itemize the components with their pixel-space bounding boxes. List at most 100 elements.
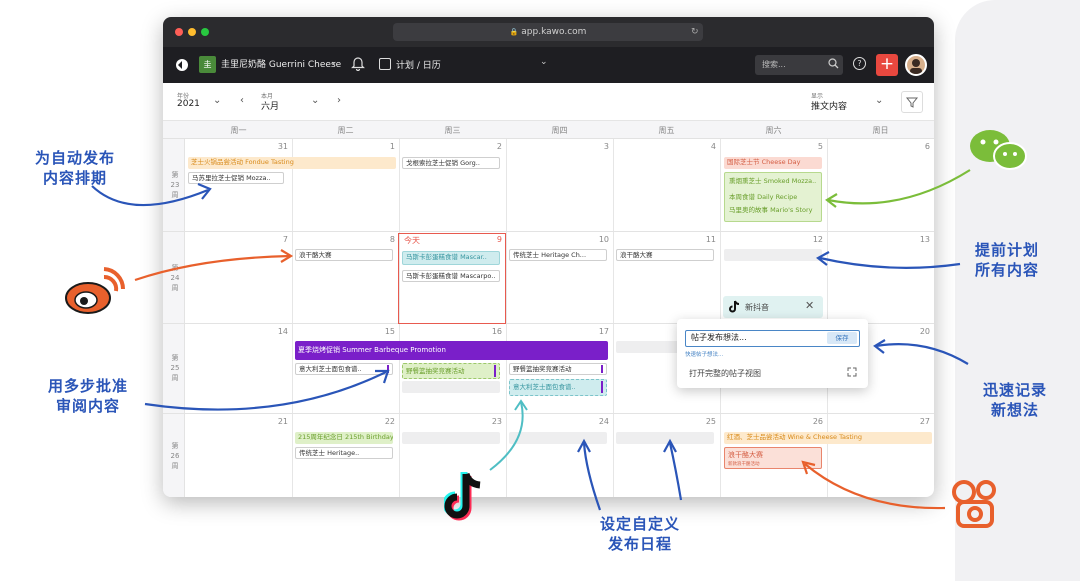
lock-icon: 🔒 xyxy=(509,28,519,36)
close-icon[interactable]: ✕ xyxy=(805,299,814,312)
weekday-label: 周一 xyxy=(230,126,247,135)
app-header: 圭 圭里尼奶酪 Guerrini Cheese ⌄ 计划 / 日历 ⌄ 搜索..… xyxy=(163,47,934,83)
empty-slot[interactable] xyxy=(402,381,500,393)
weekday-label: 周二 xyxy=(337,126,354,135)
date-number: 1 xyxy=(389,142,395,151)
idea-input[interactable]: 帖子发布想法... 保存 xyxy=(685,330,860,347)
event-post[interactable]: 意大利芝士面包食谱.. xyxy=(509,379,607,396)
chevron-down-icon[interactable]: ⌄ xyxy=(311,95,319,106)
maximize-dot[interactable] xyxy=(201,28,209,36)
weekday-header: 周一 周二 周三 周四 周五 周六 周日 xyxy=(163,121,934,139)
empty-slot[interactable] xyxy=(724,249,822,261)
date-number: 6 xyxy=(924,142,930,151)
event-post[interactable]: 浪干酪大赛 新款浪干酪活动 xyxy=(724,447,822,469)
chevron-down-icon[interactable]: ⌄ xyxy=(213,95,221,106)
help-icon[interactable]: ? xyxy=(853,57,866,70)
date-number: 5 xyxy=(817,142,823,151)
event-post[interactable]: 马苏里拉芝士促销 Mozza.. xyxy=(188,172,284,184)
date-number: 14 xyxy=(277,327,288,336)
kawo-logo-icon[interactable] xyxy=(175,58,189,72)
event-post[interactable]: 本周食谱 Daily Recipe xyxy=(726,192,820,204)
date-number: 17 xyxy=(598,327,609,336)
save-button[interactable]: 保存 xyxy=(827,332,857,344)
next-month-button[interactable]: › xyxy=(337,95,341,106)
empty-slot[interactable] xyxy=(616,432,714,444)
event-post[interactable]: 戈根索拉芝士促销 Gorg.. xyxy=(402,157,500,169)
browser-titlebar: 🔒 app.kawo.com ↻ xyxy=(163,17,934,47)
annotation-approval: 用多步批准 审阅内容 xyxy=(47,377,128,415)
date-number: 7 xyxy=(282,235,288,244)
event-cheese-day[interactable]: 国际芝士节 Cheese Day xyxy=(724,157,822,169)
filter-button[interactable] xyxy=(901,91,923,113)
expand-icon[interactable] xyxy=(847,367,857,377)
annotation-plan-ahead: 提前计划 所有内容 xyxy=(974,241,1039,279)
year-select[interactable]: 2021 xyxy=(177,99,200,109)
address-bar[interactable]: 🔒 app.kawo.com xyxy=(393,23,703,41)
event-post[interactable]: 浪干酪大赛 xyxy=(616,249,714,261)
tiktok-new-post[interactable]: 新抖音 ✕ xyxy=(723,296,823,318)
date-number: 24 xyxy=(598,417,609,426)
date-number: 20 xyxy=(919,327,930,336)
reload-icon[interactable]: ↻ xyxy=(691,23,699,41)
event-birthday[interactable]: 215周年纪念日 215th Birthday xyxy=(295,432,393,444)
event-post[interactable]: 马里奥的故事 Mario's Story xyxy=(726,205,820,217)
weekday-label: 周三 xyxy=(444,126,461,135)
display-select[interactable]: 推文内容 xyxy=(811,99,847,112)
event-post[interactable]: 野餐篮抽奖竞赛活动 xyxy=(509,363,607,375)
add-button[interactable]: + xyxy=(876,54,898,76)
week-row: 第 26 周 21 22 23 24 25 26 27 215周年纪念日 215… xyxy=(163,414,934,497)
background-panel-lower xyxy=(965,330,1080,581)
event-post[interactable]: 浪干酪大赛 xyxy=(295,249,393,261)
avatar[interactable] xyxy=(905,54,927,76)
date-number: 15 xyxy=(384,327,395,336)
event-post[interactable]: 传统芝士 Heritage Ch... xyxy=(509,249,607,261)
tiktok-icon xyxy=(729,300,740,313)
plan-view-select[interactable]: 计划 / 日历 xyxy=(396,58,441,71)
weekday-label: 周四 xyxy=(551,126,568,135)
today-highlight xyxy=(398,233,506,324)
annotation-custom-schedule: 设定自定义 发布日程 xyxy=(599,515,680,553)
date-number: 3 xyxy=(603,142,609,151)
brand-name[interactable]: 圭里尼奶酪 Guerrini Cheese xyxy=(221,58,341,72)
prev-month-button[interactable]: ‹ xyxy=(240,95,244,106)
date-number: 27 xyxy=(919,417,930,426)
event-fondue[interactable]: 芝士火锅品尝活动 Fondue Tasting xyxy=(188,157,396,169)
weekday-label: 周五 xyxy=(658,126,675,135)
search-icon[interactable] xyxy=(828,58,839,69)
event-post[interactable]: 野餐篮抽奖竞赛活动 xyxy=(402,363,500,379)
date-number: 2 xyxy=(496,142,502,151)
marketing-stage: 🔒 app.kawo.com ↻ 圭 圭里尼奶酪 Guerrini Cheese … xyxy=(0,0,1080,581)
event-wine-tasting[interactable]: 红酒、芝士品尝活动 Wine & Cheese Tasting xyxy=(724,432,932,444)
empty-slot[interactable] xyxy=(402,432,500,444)
chevron-down-icon[interactable]: ⌄ xyxy=(330,57,338,67)
bell-icon[interactable] xyxy=(351,55,365,71)
close-dot[interactable] xyxy=(175,28,183,36)
app-window: 🔒 app.kawo.com ↻ 圭 圭里尼奶酪 Guerrini Cheese … xyxy=(163,17,934,497)
week-label: 第 26 周 xyxy=(163,414,185,497)
date-number: 8 xyxy=(389,235,395,244)
date-number: 22 xyxy=(384,417,395,426)
month-select[interactable]: 六月 xyxy=(261,99,279,112)
date-number: 12 xyxy=(812,235,823,244)
event-summer-promotion[interactable]: 夏季烧烤促销 Summer Barbeque Promotion xyxy=(295,341,608,360)
date-number: 26 xyxy=(812,417,823,426)
chevron-down-icon[interactable]: ⌄ xyxy=(540,57,548,67)
week-row: 第 23 周 31 1 2 3 4 5 6 芝士火锅品尝活动 Fondue Ta… xyxy=(163,139,934,232)
date-number: 10 xyxy=(598,235,609,244)
event-post[interactable]: 熏烟熏芝士 Smoked Mozza.. xyxy=(726,176,820,188)
week-label: 第 23 周 xyxy=(163,139,185,231)
approval-marker xyxy=(601,365,603,373)
date-number: 16 xyxy=(491,327,502,336)
brand-avatar[interactable]: 圭 xyxy=(199,56,216,73)
chevron-down-icon[interactable]: ⌄ xyxy=(875,95,883,106)
quick-idea-hint: 快速帖子想法... xyxy=(685,352,724,358)
weekday-label: 周日 xyxy=(872,126,889,135)
event-post[interactable]: 意大利芝士面包食谱.. xyxy=(295,363,393,375)
event-post[interactable]: 传统芝士 Heritage.. xyxy=(295,447,393,459)
minimize-dot[interactable] xyxy=(188,28,196,36)
event-group[interactable]: 熏烟熏芝士 Smoked Mozza.. 本周食谱 Daily Recipe 马… xyxy=(724,172,822,222)
approval-marker xyxy=(494,365,496,377)
open-full-post-link[interactable]: 打开完整的帖子视图 xyxy=(689,368,761,379)
empty-slot[interactable] xyxy=(509,432,607,444)
approval-marker xyxy=(601,381,603,393)
